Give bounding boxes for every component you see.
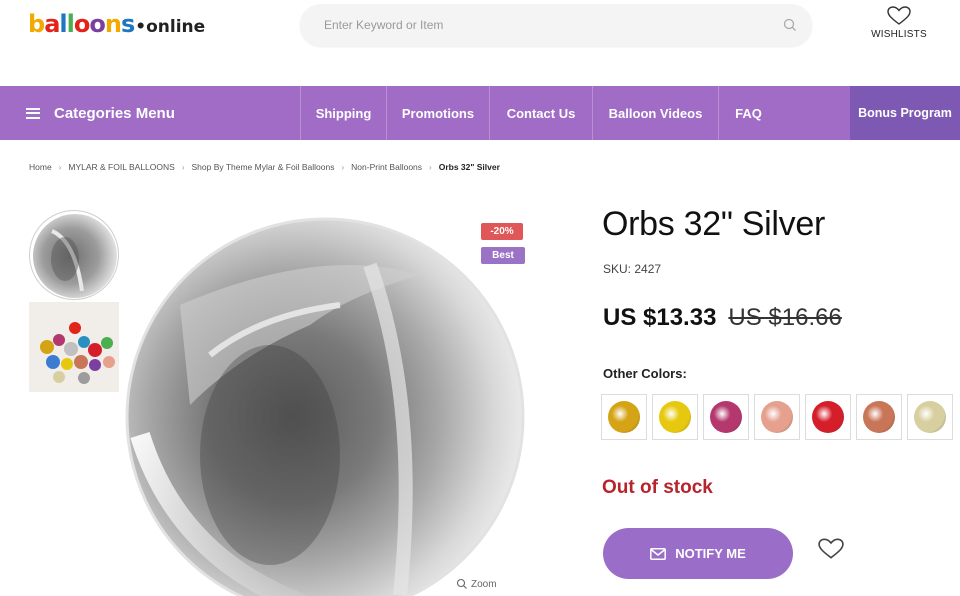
stock-status: Out of stock	[602, 477, 713, 498]
search-input[interactable]	[324, 4, 764, 46]
color-swatch-yellow[interactable]	[652, 394, 698, 440]
zoom-button[interactable]: Zoom	[456, 578, 497, 590]
nav-item-shipping[interactable]: Shipping	[300, 86, 386, 140]
logo-letter: b	[28, 10, 45, 38]
product-thumbnail-silver-orb[interactable]	[29, 210, 119, 300]
best-badge: Best	[481, 247, 525, 264]
color-swatch-copper[interactable]	[856, 394, 902, 440]
notify-me-button[interactable]: NOTIFY ME	[603, 528, 793, 579]
swatch-balloon-image	[659, 401, 691, 433]
logo-letter: l	[66, 10, 75, 38]
breadcrumb-separator: ›	[58, 162, 62, 172]
main-nav: Categories Menu Shipping Promotions Cont…	[0, 86, 960, 140]
breadcrumb-mylar-foil[interactable]: MYLAR & FOIL BALLOONS	[68, 162, 174, 172]
color-swatch-red[interactable]	[805, 394, 851, 440]
breadcrumb-home[interactable]: Home	[29, 162, 52, 172]
logo-letter: o	[89, 10, 105, 38]
add-to-wishlist-button[interactable]	[818, 538, 844, 564]
color-swatch-gold[interactable]	[601, 394, 647, 440]
breadcrumb-separator: ›	[341, 162, 345, 172]
nav-links: Shipping Promotions Contact Us Balloon V…	[300, 86, 778, 140]
other-colors-label: Other Colors:	[603, 366, 687, 381]
breadcrumb-separator: ›	[181, 162, 185, 172]
discount-badge: -20%	[481, 223, 523, 240]
heart-icon	[887, 6, 911, 25]
silver-orb-thumbnail-image	[33, 214, 117, 298]
notify-me-label: NOTIFY ME	[675, 546, 746, 561]
color-swatch-magenta[interactable]	[703, 394, 749, 440]
price-original: US $16.66	[728, 304, 842, 331]
color-swatch-rose-gold[interactable]	[754, 394, 800, 440]
search-icon[interactable]	[782, 17, 798, 33]
search-bar	[300, 4, 812, 46]
product-thumbnail-color-orbs[interactable]	[29, 302, 119, 392]
hamburger-icon	[26, 107, 40, 119]
breadcrumb-current: Orbs 32" Silver	[438, 162, 500, 172]
swatch-balloon-image	[761, 401, 793, 433]
swatch-balloon-image	[914, 401, 946, 433]
color-swatches	[601, 394, 958, 440]
bonus-program-button[interactable]: Bonus Program	[850, 86, 960, 140]
zoom-label: Zoom	[471, 578, 497, 590]
product-title: Orbs 32" Silver	[602, 205, 825, 243]
logo-letter: n	[104, 10, 122, 38]
logo-letter: a	[44, 10, 60, 38]
logo-letter: s	[120, 10, 135, 38]
logo-letter: l	[59, 10, 67, 38]
color-swatch-champagne[interactable]	[907, 394, 953, 440]
swatch-balloon-image	[812, 401, 844, 433]
logo-letter: o	[73, 10, 90, 38]
site-logo[interactable]: balloons •online	[28, 10, 205, 38]
swatch-balloon-image	[863, 401, 895, 433]
product-sku: SKU: 2427	[603, 262, 662, 276]
categories-menu-label: Categories Menu	[54, 104, 175, 122]
swatch-balloon-image	[710, 401, 742, 433]
breadcrumb-non-print[interactable]: Non-Print Balloons	[351, 162, 422, 172]
product-main-image[interactable]	[120, 205, 540, 596]
site-header: balloons •online WISHLISTS	[0, 0, 960, 86]
logo-suffix: •online	[135, 17, 206, 37]
categories-menu-button[interactable]: Categories Menu	[26, 86, 175, 140]
silver-orb-balloon-image	[125, 217, 525, 596]
heart-icon	[818, 538, 844, 559]
breadcrumb-shop-by-theme[interactable]: Shop By Theme Mylar & Foil Balloons	[191, 162, 334, 172]
wishlist-label: WISHLISTS	[871, 29, 927, 40]
color-orbs-thumbnail-image	[29, 302, 119, 392]
breadcrumb: Home › MYLAR & FOIL BALLOONS › Shop By T…	[29, 162, 500, 172]
logo-wordmark: balloons	[28, 10, 135, 38]
nav-item-promotions[interactable]: Promotions	[386, 86, 489, 140]
nav-item-contact-us[interactable]: Contact Us	[489, 86, 592, 140]
zoom-icon	[456, 578, 467, 589]
wishlist-link[interactable]: WISHLISTS	[862, 6, 936, 40]
breadcrumb-separator: ›	[429, 162, 432, 172]
price-current: US $13.33	[603, 304, 717, 331]
nav-item-balloon-videos[interactable]: Balloon Videos	[592, 86, 718, 140]
price-block: US $13.33 US $16.66	[603, 304, 842, 332]
envelope-icon	[650, 547, 667, 560]
swatch-balloon-image	[608, 401, 640, 433]
nav-item-faq[interactable]: FAQ	[718, 86, 778, 140]
